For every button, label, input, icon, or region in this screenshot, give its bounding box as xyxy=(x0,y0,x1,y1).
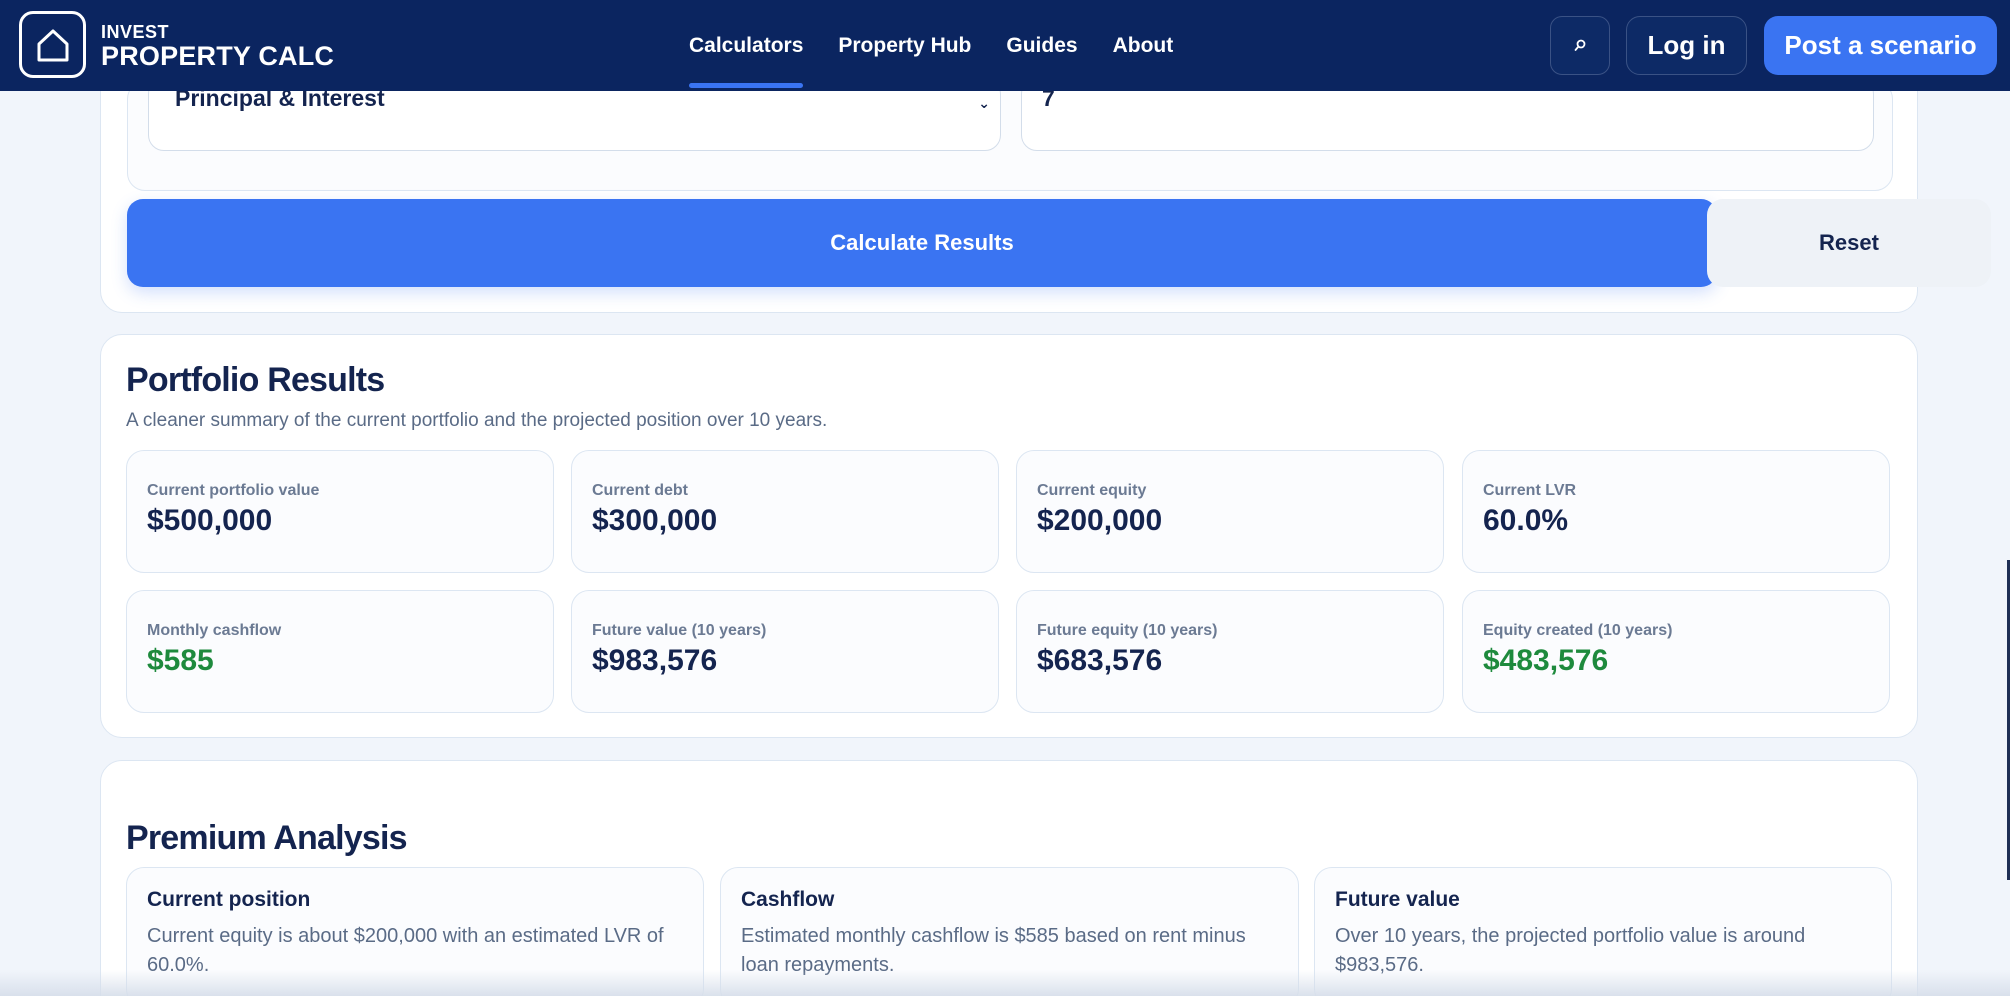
logo-wordmark[interactable]: INVEST PROPERTY CALC xyxy=(101,22,334,70)
post-scenario-button[interactable]: Post a scenario xyxy=(1764,16,1997,75)
nav-calculators[interactable]: Calculators xyxy=(689,0,804,91)
stat-value: $983,576 xyxy=(592,644,718,677)
premium-analysis-card: Premium Analysis Current position Curren… xyxy=(100,760,1918,996)
stat-future-value: Future value (10 years) $983,576 xyxy=(571,590,999,713)
stat-label: Monthly cashflow xyxy=(147,622,282,639)
results-subtitle: A cleaner summary of the current portfol… xyxy=(126,410,828,431)
stat-future-equity: Future equity (10 years) $683,576 xyxy=(1016,590,1444,713)
portfolio-results-card: Portfolio Results A cleaner summary of t… xyxy=(100,334,1918,738)
loan-options-group: Principal & Interest ⌄ 7 xyxy=(127,78,1893,191)
logo-small-text: INVEST xyxy=(101,22,170,42)
house-icon xyxy=(37,29,68,61)
chevron-down-icon: ⌄ xyxy=(978,95,990,111)
stat-label: Current portfolio value xyxy=(147,482,320,499)
stat-current-equity: Current equity $200,000 xyxy=(1016,450,1444,573)
logo-big-text: PROPERTY CALC xyxy=(101,41,335,71)
stat-current-lvr: Current LVR 60.0% xyxy=(1462,450,1890,573)
stat-label: Current LVR xyxy=(1483,482,1577,499)
stat-value: $300,000 xyxy=(592,504,718,537)
stat-label: Current debt xyxy=(592,482,688,499)
search-button[interactable] xyxy=(1550,16,1610,75)
premium-card-title: Future value xyxy=(1335,888,1460,911)
login-button[interactable]: Log in xyxy=(1626,16,1747,75)
reset-button[interactable]: Reset xyxy=(1707,199,1991,287)
results-title: Portfolio Results xyxy=(126,361,385,399)
premium-title: Premium Analysis xyxy=(126,819,408,857)
stat-equity-created: Equity created (10 years) $483,576 xyxy=(1462,590,1890,713)
bottom-shadow xyxy=(0,970,2010,996)
stat-monthly-cashflow: Monthly cashflow $585 xyxy=(126,590,554,713)
premium-card-title: Current position xyxy=(147,888,311,911)
stat-current-portfolio-value: Current portfolio value $500,000 xyxy=(126,450,554,573)
stat-label: Future value (10 years) xyxy=(592,622,767,639)
stat-value: $483,576 xyxy=(1483,644,1609,677)
premium-card-title: Cashflow xyxy=(741,888,835,911)
stat-label: Equity created (10 years) xyxy=(1483,622,1673,639)
stat-value: $200,000 xyxy=(1037,504,1163,537)
stat-value: $500,000 xyxy=(147,504,273,537)
logo-house-icon[interactable] xyxy=(19,11,86,78)
nav-guides[interactable]: Guides xyxy=(1006,0,1077,91)
stat-current-debt: Current debt $300,000 xyxy=(571,450,999,573)
calculate-results-button[interactable]: Calculate Results xyxy=(127,199,1717,287)
stat-label: Future equity (10 years) xyxy=(1037,622,1218,639)
stat-value: $683,576 xyxy=(1037,644,1163,677)
stat-value: 60.0% xyxy=(1483,504,1569,537)
nav-property-hub[interactable]: Property Hub xyxy=(838,0,971,91)
stat-label: Current equity xyxy=(1037,482,1147,499)
nav-about[interactable]: About xyxy=(1113,0,1174,91)
top-navigation-bar: INVEST PROPERTY CALC Calculators Propert… xyxy=(0,0,2010,91)
search-icon xyxy=(1574,39,1586,51)
main-nav: Calculators Property Hub Guides About xyxy=(689,0,1208,91)
stat-value: $585 xyxy=(147,644,214,677)
